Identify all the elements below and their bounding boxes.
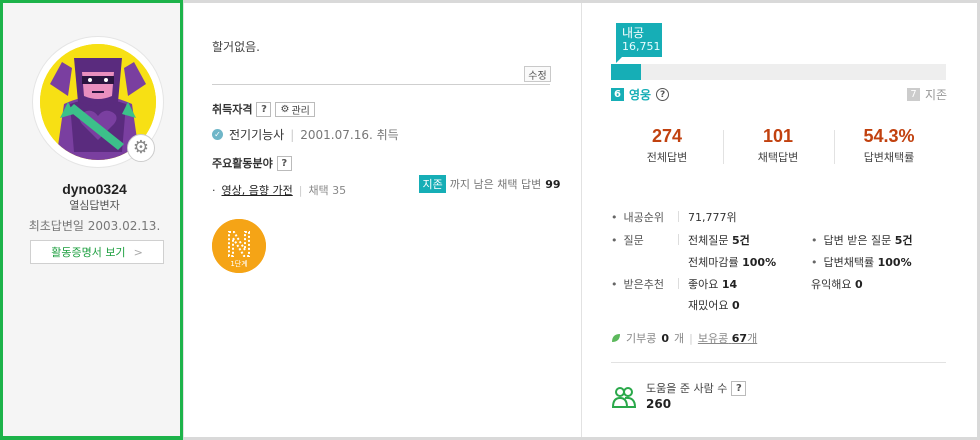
stat-value: 274	[651, 126, 683, 146]
votes-label: • 받은추천	[611, 278, 664, 291]
divider	[678, 278, 679, 289]
received-answers: • 답변 받은 질문 5건	[811, 234, 913, 247]
next-level-name: 지존	[925, 88, 948, 102]
closed-rate: 전체마감률 100%	[688, 256, 777, 269]
stat-value: 101	[762, 126, 794, 146]
activity-area-heading: 주요활동분야 ?	[212, 155, 292, 171]
qualification-manage-button[interactable]: ⚙ 관리	[275, 101, 315, 117]
verified-check-icon: ✓	[212, 129, 223, 140]
badge-label: 1단계	[230, 259, 247, 268]
intro-text: 할거없음.	[212, 40, 260, 54]
avatar[interactable]: ⚙	[32, 36, 164, 168]
helped-people-heading: 도움을 준 사람 수 ?	[646, 380, 747, 396]
helped-help-button[interactable]: ?	[731, 380, 747, 396]
separator: |	[290, 127, 295, 142]
intro-underline	[212, 84, 550, 85]
stat-label: 답변채택률	[863, 151, 915, 164]
next-goal-tag: 지존	[419, 175, 446, 193]
edit-intro-button[interactable]: 수정	[524, 66, 551, 82]
activity-certificate-button[interactable]: 활동증명서 보기 >	[30, 240, 164, 264]
grade-tag: 내공 16,751	[616, 23, 662, 63]
fun-count: 재밌어요 0	[688, 299, 740, 312]
rank-title: 열심답변자	[69, 199, 120, 212]
manage-label: 관리	[291, 105, 310, 117]
divider	[678, 234, 679, 245]
certificate-name: 전기기능사	[229, 128, 285, 142]
useful-count: 유익해요 0	[811, 278, 863, 291]
answer-adopt-rate: • 답변채택률 100%	[811, 256, 912, 269]
separator: |	[689, 331, 693, 345]
qualification-heading: 취득자격 ? ⚙ 관리	[212, 101, 315, 117]
donate-value: 0	[661, 331, 670, 345]
activity-help-button[interactable]: ?	[276, 155, 292, 171]
divider	[183, 3, 184, 437]
next-goal-text: 까지 남은 채택 답변	[449, 178, 542, 191]
held-coins-link[interactable]: 보유콩 67개	[698, 330, 757, 346]
stat-adoption-rate: 54.3% 답변채택률	[834, 126, 944, 165]
donate-label: 기부콩	[626, 332, 657, 345]
certificate-item: ✓ 전기기능사 | 2001.07.16. 취득	[212, 126, 399, 143]
gear-icon[interactable]: ⚙	[127, 134, 155, 162]
activity-certificate-label: 활동증명서 보기	[51, 246, 126, 259]
divider	[581, 3, 582, 437]
chevron-right-icon: >	[133, 245, 143, 259]
divider	[611, 362, 946, 363]
like-count: 좋아요 14	[688, 278, 738, 291]
grade-progress-bar	[611, 64, 946, 80]
current-level: 6 영웅 ?	[611, 86, 670, 103]
stat-label: 채택답변	[757, 151, 799, 164]
first-answer-date: 최초답변일 2003.02.13.	[28, 219, 161, 233]
question-label: • 질문	[611, 234, 644, 247]
grade-progress-fill	[611, 64, 642, 80]
current-level-number: 6	[611, 88, 624, 101]
certificate-date: 2001.07.16. 취득	[300, 128, 399, 142]
coin-info: 기부콩 0개 | 보유콩 67개	[611, 330, 757, 346]
next-level-number: 7	[907, 88, 920, 101]
stat-value: 54.3%	[863, 126, 915, 146]
divider	[678, 211, 679, 222]
rank-label: • 내공순위	[611, 211, 664, 224]
level-badge-icon[interactable]: 1단계	[212, 219, 266, 273]
people-icon	[611, 387, 637, 408]
next-goal-value: 99	[545, 177, 561, 191]
donate-unit: 개	[674, 332, 685, 345]
profile-sidebar: ⚙ dyno0324 열심답변자 최초답변일 2003.02.13. 활동증명서…	[0, 0, 183, 440]
gear-icon: ⚙	[280, 103, 290, 115]
next-level-goal: 지존 까지 남은 채택 답변 99	[0, 175, 980, 193]
stat-adopted-answers: 101 채택답변	[723, 126, 833, 165]
helped-people-value: 260	[646, 397, 672, 411]
current-level-name: 영웅	[629, 88, 652, 102]
stat-label: 전체답변	[646, 151, 688, 164]
qualification-title: 취득자격	[212, 103, 253, 116]
rank-value: 71,777위	[688, 211, 737, 224]
grade-name: 내공	[622, 26, 645, 40]
leaf-icon	[612, 334, 620, 342]
qualification-help-button[interactable]: ?	[256, 101, 272, 117]
next-level: 7 지존	[907, 86, 947, 103]
total-questions: 전체질문 5건	[688, 234, 750, 247]
grade-points: 16,751	[622, 40, 661, 53]
activity-area-title: 주요활동분야	[212, 157, 273, 170]
level-help-button[interactable]: ?	[656, 88, 670, 101]
helped-people-label: 도움을 준 사람 수	[646, 382, 728, 395]
stat-total-answers: 274 전체답변	[612, 126, 722, 165]
